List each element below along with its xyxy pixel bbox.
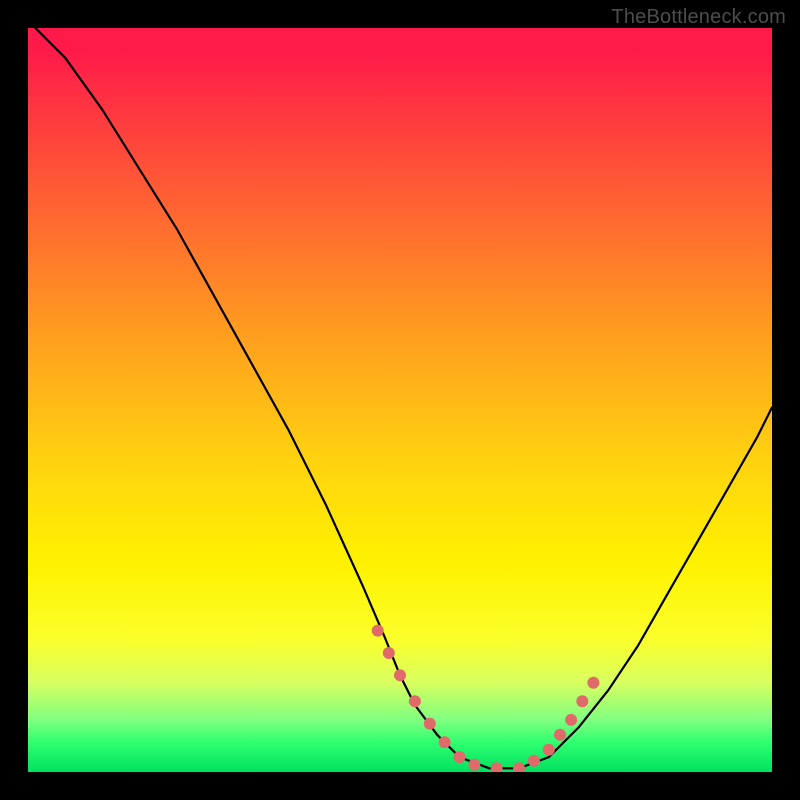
marker-point	[513, 762, 525, 772]
watermark-text: TheBottleneck.com	[611, 6, 786, 29]
marker-point	[528, 755, 540, 767]
highlight-markers	[372, 625, 600, 772]
marker-point	[576, 695, 588, 707]
marker-point	[454, 751, 466, 763]
marker-point	[394, 669, 406, 681]
marker-point	[491, 762, 503, 772]
chart-container: TheBottleneck.com	[0, 0, 800, 800]
marker-point	[372, 625, 384, 637]
marker-point	[554, 729, 566, 741]
marker-point	[409, 695, 421, 707]
curve-layer	[28, 28, 772, 772]
marker-point	[565, 714, 577, 726]
marker-point	[468, 759, 480, 771]
marker-point	[587, 677, 599, 689]
marker-point	[543, 744, 555, 756]
bottleneck-curve	[35, 28, 772, 768]
marker-point	[383, 647, 395, 659]
marker-point	[439, 736, 451, 748]
marker-point	[424, 718, 436, 730]
plot-area	[28, 28, 772, 772]
